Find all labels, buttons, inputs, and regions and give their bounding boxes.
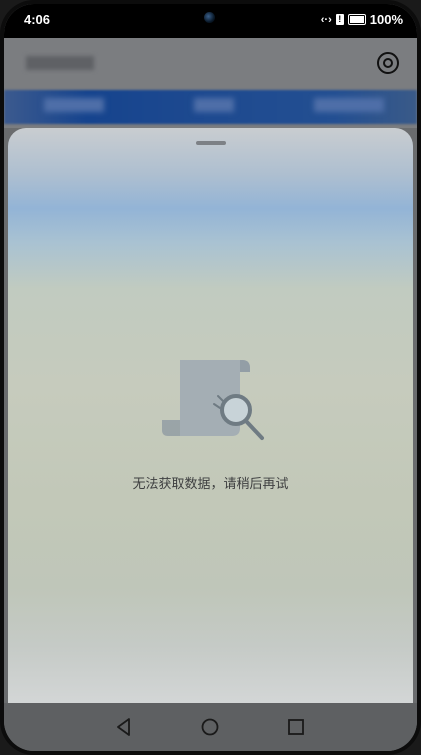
bottom-sheet[interactable]: 无法获取数据，请稍后再试	[8, 128, 413, 703]
front-camera	[204, 12, 215, 23]
background-app-header	[4, 38, 417, 128]
status-time: 4:06	[24, 12, 51, 27]
navigation-bar	[4, 703, 417, 751]
data-sync-icon: ‹·›	[320, 13, 332, 26]
alert-icon: !	[335, 14, 344, 25]
blurred-banner-item	[194, 98, 234, 112]
screen: 4:06 ‹·› ! 100% 无法获取数据，请稍后再试	[4, 4, 417, 751]
status-bar: 4:06 ‹·› ! 100%	[4, 4, 417, 38]
settings-icon[interactable]	[377, 52, 399, 74]
status-icons: ‹·› ! 100%	[321, 12, 403, 27]
back-icon[interactable]	[112, 715, 136, 739]
phone-frame: 4:06 ‹·› ! 100% 无法获取数据，请稍后再试	[0, 0, 421, 755]
blurred-banner-item	[314, 98, 384, 112]
empty-state-message: 无法获取数据，请稍后再试	[132, 477, 289, 492]
battery-charging-icon	[347, 14, 366, 25]
drag-handle[interactable]	[196, 141, 226, 145]
recents-icon[interactable]	[284, 715, 308, 739]
blurred-title	[26, 56, 94, 70]
home-icon[interactable]	[198, 715, 222, 739]
battery-percent: 100%	[369, 12, 403, 27]
empty-document-search-icon	[162, 360, 264, 440]
blurred-banner-item	[44, 98, 104, 112]
